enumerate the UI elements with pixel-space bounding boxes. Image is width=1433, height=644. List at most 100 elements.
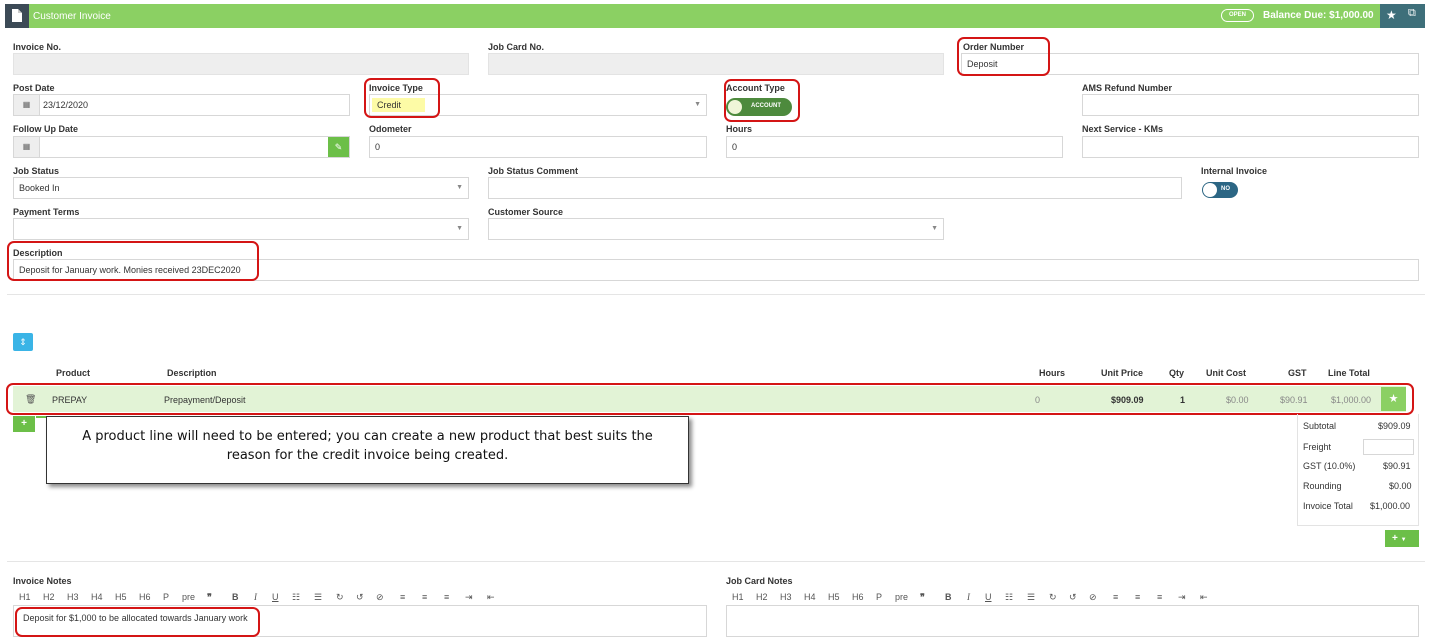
undo-icon[interactable]: ↺ bbox=[356, 592, 364, 603]
highlight-description bbox=[7, 241, 259, 281]
chevron-down-icon: ▼ bbox=[456, 184, 463, 191]
next-service-field[interactable] bbox=[1082, 136, 1419, 158]
calendar-icon[interactable]: ▦ bbox=[14, 137, 40, 157]
job-status-select[interactable]: Booked In ▼ bbox=[13, 177, 469, 199]
next-service-label: Next Service - KMs bbox=[1082, 124, 1164, 134]
underline-icon[interactable]: U bbox=[272, 592, 279, 602]
quote-icon[interactable]: ❞ bbox=[207, 592, 212, 603]
toolbar-h1[interactable]: H1 bbox=[732, 592, 744, 602]
toolbar-h6[interactable]: H6 bbox=[852, 592, 864, 602]
indent-icon[interactable]: ⇥ bbox=[1178, 592, 1186, 603]
job-card-no-field[interactable] bbox=[488, 53, 944, 75]
undo-icon[interactable]: ↺ bbox=[1069, 592, 1077, 603]
external-link-icon[interactable]: ⧉ bbox=[1408, 7, 1416, 20]
toolbar-h5[interactable]: H5 bbox=[115, 592, 127, 602]
invoice-no-field[interactable] bbox=[13, 53, 469, 75]
chevron-down-icon: ▼ bbox=[931, 225, 938, 232]
callout-tooltip: A product line will need to be entered; … bbox=[46, 416, 689, 484]
toolbar-pre[interactable]: pre bbox=[895, 592, 908, 602]
job-card-notes-label: Job Card Notes bbox=[726, 576, 793, 586]
page-title: Customer Invoice bbox=[33, 11, 111, 22]
redo-icon[interactable]: ↻ bbox=[336, 592, 344, 603]
outdent-icon[interactable]: ⇤ bbox=[487, 592, 495, 603]
toggle-knob bbox=[1203, 183, 1217, 197]
numbered-list-icon[interactable]: ☰ bbox=[1027, 592, 1035, 603]
edit-icon[interactable]: ✎ bbox=[328, 137, 349, 157]
odometer-field[interactable]: 0 bbox=[369, 136, 707, 158]
toolbar-h2[interactable]: H2 bbox=[756, 592, 768, 602]
subtotal-value: $909.09 bbox=[1378, 421, 1411, 431]
underline-icon[interactable]: U bbox=[985, 592, 992, 602]
calendar-icon[interactable]: ▦ bbox=[14, 95, 40, 115]
bold-icon[interactable]: B bbox=[945, 592, 952, 602]
ams-refund-field[interactable] bbox=[1082, 94, 1419, 116]
toolbar-h4[interactable]: H4 bbox=[804, 592, 816, 602]
align-right-icon[interactable]: ≡ bbox=[1157, 592, 1162, 602]
align-left-icon[interactable]: ≡ bbox=[1113, 592, 1118, 602]
subtotal-label: Subtotal bbox=[1303, 421, 1337, 431]
invoice-total-value: $1,000.00 bbox=[1370, 501, 1411, 511]
sort-icon[interactable]: ⇕ bbox=[13, 333, 33, 351]
toolbar-h3[interactable]: H3 bbox=[67, 592, 79, 602]
outdent-icon[interactable]: ⇤ bbox=[1200, 592, 1208, 603]
rounding-value: $0.00 bbox=[1389, 481, 1412, 491]
highlight-account-type bbox=[724, 79, 800, 122]
italic-icon[interactable]: I bbox=[967, 592, 970, 602]
indent-icon[interactable]: ⇥ bbox=[465, 592, 473, 603]
internal-invoice-toggle[interactable]: NO bbox=[1202, 182, 1238, 198]
chevron-down-icon: ▼ bbox=[694, 101, 701, 108]
col-unit-cost: Unit Cost bbox=[1206, 368, 1246, 378]
follow-up-date-field[interactable]: ▦ ✎ bbox=[13, 136, 350, 158]
freight-label: Freight bbox=[1303, 442, 1332, 452]
highlight-invoice-type bbox=[364, 78, 440, 118]
follow-up-date-label: Follow Up Date bbox=[13, 124, 78, 134]
add-dropdown-button[interactable]: + ▼ bbox=[1385, 530, 1419, 547]
hours-field[interactable]: 0 bbox=[726, 136, 1063, 158]
col-product: Product bbox=[56, 368, 91, 378]
col-hours: Hours bbox=[1039, 368, 1066, 378]
align-right-icon[interactable]: ≡ bbox=[444, 592, 449, 602]
post-date-field[interactable]: ▦ 23/12/2020 bbox=[13, 94, 350, 116]
redo-icon[interactable]: ↻ bbox=[1049, 592, 1057, 603]
col-line-total: Line Total bbox=[1328, 368, 1370, 378]
chevron-down-icon: ▼ bbox=[1400, 537, 1407, 543]
toolbar-h1[interactable]: H1 bbox=[19, 592, 31, 602]
align-center-icon[interactable]: ≡ bbox=[1135, 592, 1140, 602]
clear-format-icon[interactable]: ⊘ bbox=[1089, 592, 1097, 603]
add-line-button[interactable]: + bbox=[13, 416, 35, 432]
job-status-label: Job Status bbox=[13, 166, 60, 176]
toolbar-h4[interactable]: H4 bbox=[91, 592, 103, 602]
bold-icon[interactable]: B bbox=[232, 592, 239, 602]
toolbar-p[interactable]: P bbox=[876, 592, 882, 602]
toolbar-h2[interactable]: H2 bbox=[43, 592, 55, 602]
italic-icon[interactable]: I bbox=[254, 592, 257, 602]
toolbar-h5[interactable]: H5 bbox=[828, 592, 840, 602]
job-card-notes-editor[interactable] bbox=[726, 605, 1419, 637]
rounding-label: Rounding bbox=[1303, 481, 1342, 491]
invoice-no-label: Invoice No. bbox=[13, 42, 62, 52]
internal-invoice-toggle-label: NO bbox=[1221, 186, 1230, 192]
clear-format-icon[interactable]: ⊘ bbox=[376, 592, 384, 603]
header-actions: ★ ⧉ bbox=[1380, 4, 1425, 28]
customer-source-select[interactable]: ▼ bbox=[488, 218, 944, 240]
payment-terms-select[interactable]: ▼ bbox=[13, 218, 469, 240]
star-icon[interactable]: ★ bbox=[1386, 8, 1397, 22]
bullet-list-icon[interactable]: ☷ bbox=[1005, 592, 1013, 603]
align-left-icon[interactable]: ≡ bbox=[400, 592, 405, 602]
toolbar-h6[interactable]: H6 bbox=[139, 592, 151, 602]
job-status-comment-label: Job Status Comment bbox=[488, 166, 579, 176]
col-unit-price: Unit Price bbox=[1101, 368, 1144, 378]
toolbar-p[interactable]: P bbox=[163, 592, 169, 602]
quote-icon[interactable]: ❞ bbox=[920, 592, 925, 603]
toolbar-pre[interactable]: pre bbox=[182, 592, 195, 602]
numbered-list-icon[interactable]: ☰ bbox=[314, 592, 322, 603]
job-status-value: Booked In bbox=[19, 183, 60, 193]
chevron-down-icon: ▼ bbox=[456, 225, 463, 232]
toolbar-h3[interactable]: H3 bbox=[780, 592, 792, 602]
freight-field[interactable] bbox=[1363, 439, 1414, 455]
invoice-notes-label: Invoice Notes bbox=[13, 576, 72, 586]
status-badge: OPEN bbox=[1221, 9, 1254, 22]
align-center-icon[interactable]: ≡ bbox=[422, 592, 427, 602]
bullet-list-icon[interactable]: ☷ bbox=[292, 592, 300, 603]
job-status-comment-field[interactable] bbox=[488, 177, 1182, 199]
